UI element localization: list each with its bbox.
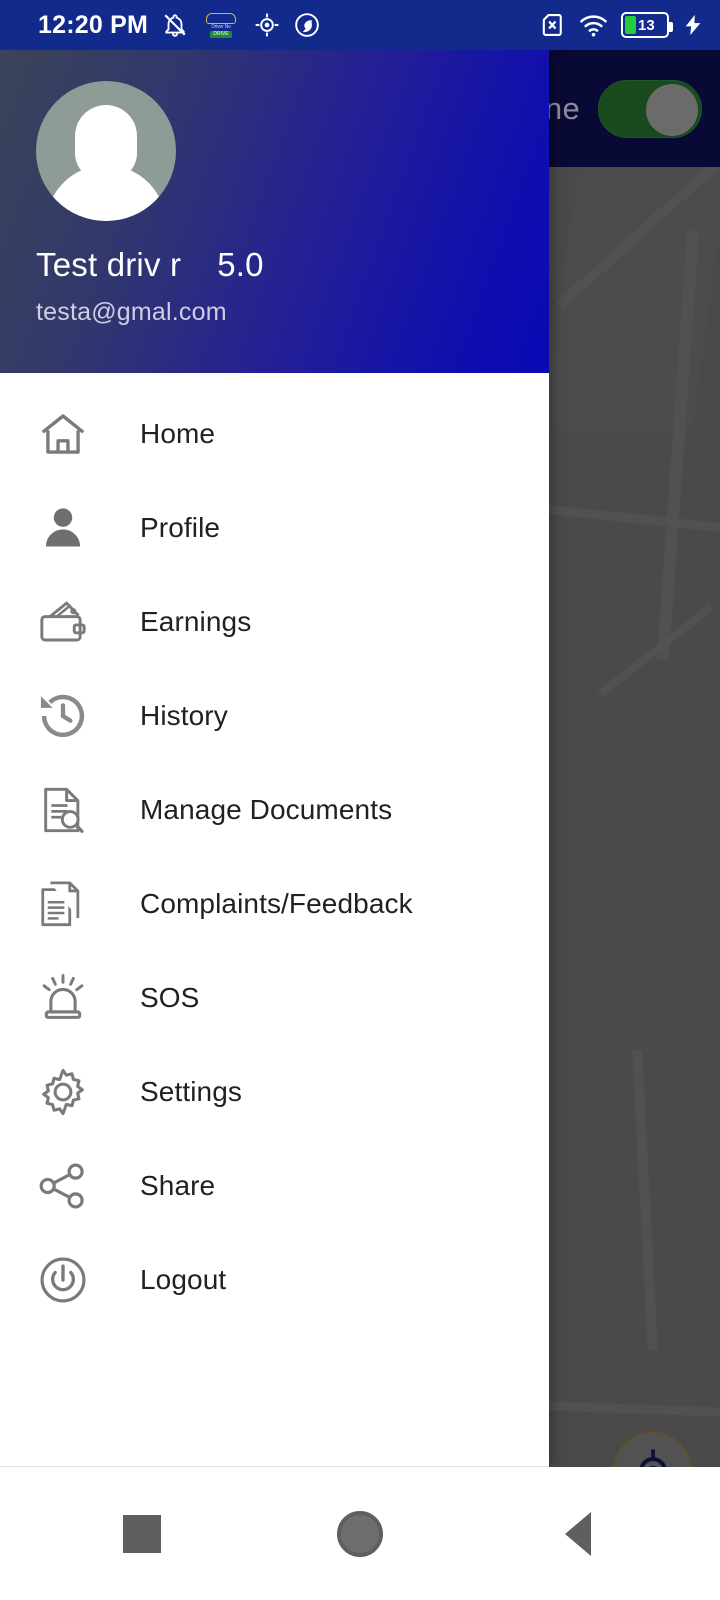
- menu-label: SOS: [140, 982, 200, 1013]
- menu-label: Profile: [140, 512, 221, 543]
- menu-item-share[interactable]: Share: [0, 1139, 549, 1233]
- menu-item-complaints-feedback[interactable]: Complaints/Feedback: [0, 857, 549, 951]
- wifi-icon: [579, 11, 608, 40]
- menu-label: Share: [140, 1170, 216, 1201]
- home-circle-icon: [337, 1510, 383, 1557]
- menu-label: Settings: [140, 1076, 242, 1107]
- car-app-badge-icon: Driver No DRIVE: [202, 12, 240, 38]
- home-icon: [27, 407, 99, 461]
- map-road: [547, 505, 720, 535]
- document-search-icon: [27, 783, 99, 837]
- menu-label: History: [140, 700, 228, 731]
- charging-bolt-icon: [682, 12, 704, 38]
- navigation-drawer: Test driv r 5.0 testa@gmal.com Home Prof…: [0, 50, 549, 1467]
- menu-item-settings[interactable]: Settings: [0, 1045, 549, 1139]
- status-clock: 12:20 PM: [38, 10, 148, 39]
- wallet-icon: [27, 595, 99, 649]
- gear-icon: [27, 1065, 99, 1119]
- battery-icon: 13: [621, 12, 673, 38]
- menu-item-profile[interactable]: Profile: [0, 481, 549, 575]
- back-triangle-icon: [565, 1511, 591, 1556]
- menu-label: Logout: [140, 1264, 227, 1295]
- menu-label: Earnings: [140, 606, 252, 637]
- my-location-fab[interactable]: [614, 1432, 691, 1467]
- assist-circle-icon: [294, 12, 320, 38]
- user-name: Test driv r: [36, 246, 182, 283]
- map-road: [632, 1049, 658, 1351]
- share-nodes-icon: [27, 1159, 99, 1213]
- menu-item-manage-documents[interactable]: Manage Documents: [0, 763, 549, 857]
- avatar[interactable]: [36, 81, 176, 221]
- menu-item-earnings[interactable]: Earnings: [0, 575, 549, 669]
- menu-label: Complaints/Feedback: [140, 888, 413, 919]
- avatar-body: [46, 165, 166, 221]
- user-rating: 5.0: [217, 246, 264, 283]
- toggle-knob: [646, 83, 698, 136]
- home-button[interactable]: [288, 1467, 432, 1600]
- gps-crosshair-icon: [639, 1449, 666, 1467]
- recents-square-icon: [123, 1514, 161, 1553]
- person-icon: [27, 501, 99, 555]
- menu-item-home[interactable]: Home: [0, 387, 549, 481]
- menu-item-logout[interactable]: Logout: [0, 1233, 549, 1327]
- map-road: [597, 604, 713, 698]
- map-road: [547, 1401, 720, 1418]
- back-button[interactable]: [506, 1467, 650, 1600]
- battery-level: 13: [638, 16, 655, 34]
- documents-stack-icon: [27, 877, 99, 931]
- drawer-header: Test driv r 5.0 testa@gmal.com: [0, 50, 549, 373]
- user-name-row: Test driv r 5.0: [36, 246, 549, 284]
- recents-button[interactable]: [70, 1467, 214, 1600]
- menu-label: Home: [140, 418, 216, 449]
- emergency-siren-icon: [27, 971, 99, 1025]
- drawer-menu: Home Profile Earnings History Manage Doc…: [0, 373, 549, 1466]
- gps-fixed-icon: [254, 12, 280, 38]
- notifications-off-icon: [162, 12, 188, 38]
- user-email: testa@gmal.com: [36, 298, 227, 326]
- system-nav-bar: [0, 1467, 720, 1600]
- status-bar: 12:20 PM Driver No DRIVE 13: [0, 0, 720, 50]
- history-clock-icon: [27, 689, 99, 743]
- sim-missing-icon: [538, 11, 566, 39]
- online-toggle[interactable]: [598, 79, 702, 138]
- menu-item-sos[interactable]: SOS: [0, 951, 549, 1045]
- menu-item-history[interactable]: History: [0, 669, 549, 763]
- power-off-icon: [27, 1253, 99, 1307]
- menu-label: Manage Documents: [140, 794, 393, 825]
